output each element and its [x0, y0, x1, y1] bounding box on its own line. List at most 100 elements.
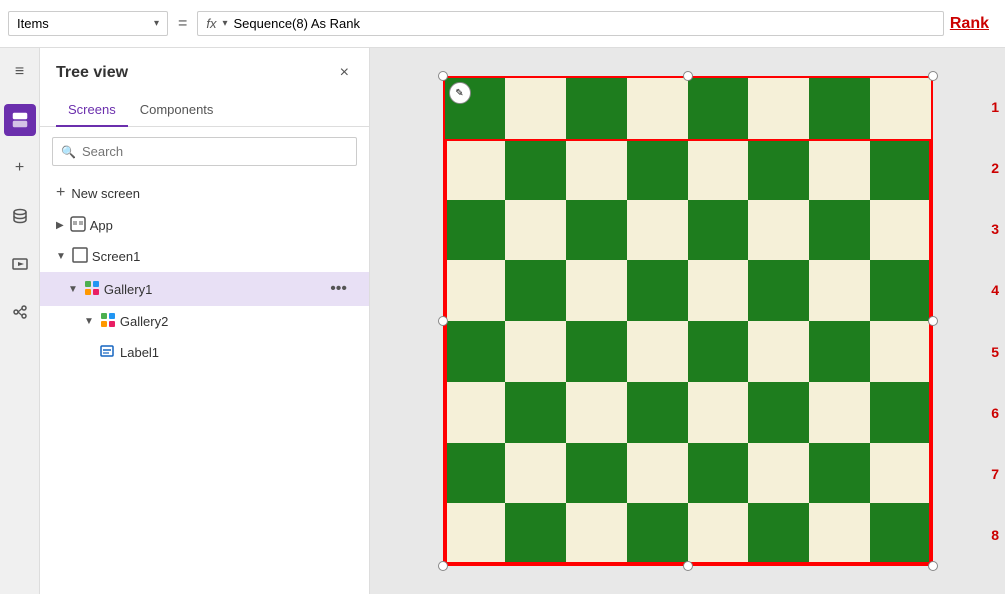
- tree-panel: Tree view × Screens Components 🔍 + New s…: [40, 48, 370, 594]
- sidebar-item-layers[interactable]: [4, 104, 36, 136]
- chess-cell: [748, 503, 809, 564]
- tree-header: Tree view ×: [40, 48, 369, 86]
- rank-5: 5: [991, 321, 999, 382]
- chess-cell: [870, 321, 931, 382]
- chess-cell: [505, 443, 566, 504]
- rank-2: 2: [991, 137, 999, 198]
- chess-cell: [748, 321, 809, 382]
- sidebar-item-data[interactable]: [4, 200, 36, 232]
- tree-item-label1[interactable]: Label1: [40, 337, 369, 368]
- chess-cell: [627, 382, 688, 443]
- fx-chevron-icon: ▾: [222, 18, 227, 29]
- tree-tabs: Screens Components: [40, 94, 369, 127]
- chess-cell: [809, 382, 870, 443]
- rank-4: 4: [991, 260, 999, 321]
- chess-cell: [688, 260, 749, 321]
- chess-cell: [809, 503, 870, 564]
- tree-item-app[interactable]: ▶ App: [40, 210, 369, 241]
- label-icon: [100, 343, 116, 362]
- chess-cell: [870, 78, 931, 139]
- handle-right[interactable]: [928, 316, 938, 326]
- sidebar-item-media[interactable]: [4, 248, 36, 280]
- sidebar-item-menu[interactable]: ≡: [4, 56, 36, 88]
- chess-cell: [445, 503, 506, 564]
- items-dropdown[interactable]: Items ▾: [8, 11, 168, 36]
- chess-cell: [688, 200, 749, 261]
- chess-cell: [870, 382, 931, 443]
- chess-cell: [809, 321, 870, 382]
- tab-screens[interactable]: Screens: [56, 94, 128, 127]
- more-options-icon[interactable]: •••: [324, 278, 353, 300]
- chess-cell: [627, 443, 688, 504]
- handle-bottom-left[interactable]: [438, 561, 448, 571]
- chess-cell: [809, 139, 870, 200]
- plus-icon: +: [56, 184, 65, 202]
- chess-cell: [505, 382, 566, 443]
- chess-cell: [566, 443, 627, 504]
- rank-top-label: Rank: [950, 15, 989, 33]
- gallery2-icon: [100, 312, 116, 331]
- rank-8: 8: [991, 505, 999, 566]
- chess-cell: [445, 139, 506, 200]
- handle-top-left[interactable]: [438, 71, 448, 81]
- handle-top-right[interactable]: [928, 71, 938, 81]
- new-screen-label: New screen: [71, 186, 140, 201]
- gallery-svg-icon: [84, 280, 100, 296]
- tab-components[interactable]: Components: [128, 94, 226, 127]
- handle-left[interactable]: [438, 316, 448, 326]
- chess-cell: [688, 139, 749, 200]
- chess-cell: [505, 503, 566, 564]
- app-svg-icon: [70, 216, 86, 232]
- chess-cell: [627, 321, 688, 382]
- chess-cell: [566, 503, 627, 564]
- sidebar-item-tools[interactable]: [4, 296, 36, 328]
- chess-cell: [627, 260, 688, 321]
- data-icon: [11, 207, 29, 225]
- chess-cell: [688, 78, 749, 139]
- chess-cell: [870, 503, 931, 564]
- app-label: App: [90, 218, 353, 233]
- equals-icon: =: [174, 15, 191, 33]
- chess-cell: [627, 200, 688, 261]
- items-dropdown-label: Items: [17, 16, 150, 31]
- chess-cell: [505, 139, 566, 200]
- gallery2-svg-icon: [100, 312, 116, 328]
- checkerboard-outer[interactable]: ✎: [443, 76, 933, 566]
- rank-7: 7: [991, 444, 999, 505]
- chess-cell: [505, 78, 566, 139]
- chess-cell: [505, 200, 566, 261]
- media-icon: [11, 255, 29, 273]
- chess-cell: [870, 260, 931, 321]
- screen-svg-icon: [72, 247, 88, 263]
- tree-item-gallery2[interactable]: ▼ Gallery2: [40, 306, 369, 337]
- chess-cell: [566, 78, 627, 139]
- handle-top[interactable]: [683, 71, 693, 81]
- layers-icon: [11, 111, 29, 129]
- search-box[interactable]: 🔍: [52, 137, 357, 166]
- checkerboard-grid: [445, 78, 931, 564]
- chess-cell: [809, 443, 870, 504]
- tree-items: ▶ App ▼ Screen1: [40, 210, 369, 594]
- new-screen-button[interactable]: + New screen: [40, 176, 369, 210]
- chevron-down-icon: ▼: [68, 284, 78, 295]
- tree-item-gallery1[interactable]: ▼ Gallery1 •••: [40, 272, 369, 306]
- sidebar-item-add[interactable]: +: [4, 152, 36, 184]
- screen1-label: Screen1: [92, 249, 353, 264]
- handle-bottom-right[interactable]: [928, 561, 938, 571]
- tree-item-screen1[interactable]: ▼ Screen1: [40, 241, 369, 272]
- chess-cell: [445, 321, 506, 382]
- chess-cell: [748, 260, 809, 321]
- rank-3: 3: [991, 199, 999, 260]
- chess-cell: [505, 321, 566, 382]
- chess-cell: [505, 260, 566, 321]
- label-svg-icon: [100, 343, 116, 359]
- edit-handle[interactable]: ✎: [449, 82, 471, 104]
- close-button[interactable]: ×: [336, 60, 353, 86]
- chevron-down-icon: ▾: [154, 18, 159, 29]
- formula-bar[interactable]: fx ▾ Sequence(8) As Rank: [197, 11, 944, 36]
- app-icon: [70, 216, 86, 235]
- search-input[interactable]: [82, 144, 348, 159]
- screen-icon: [72, 247, 88, 266]
- chess-cell: [566, 260, 627, 321]
- handle-bottom[interactable]: [683, 561, 693, 571]
